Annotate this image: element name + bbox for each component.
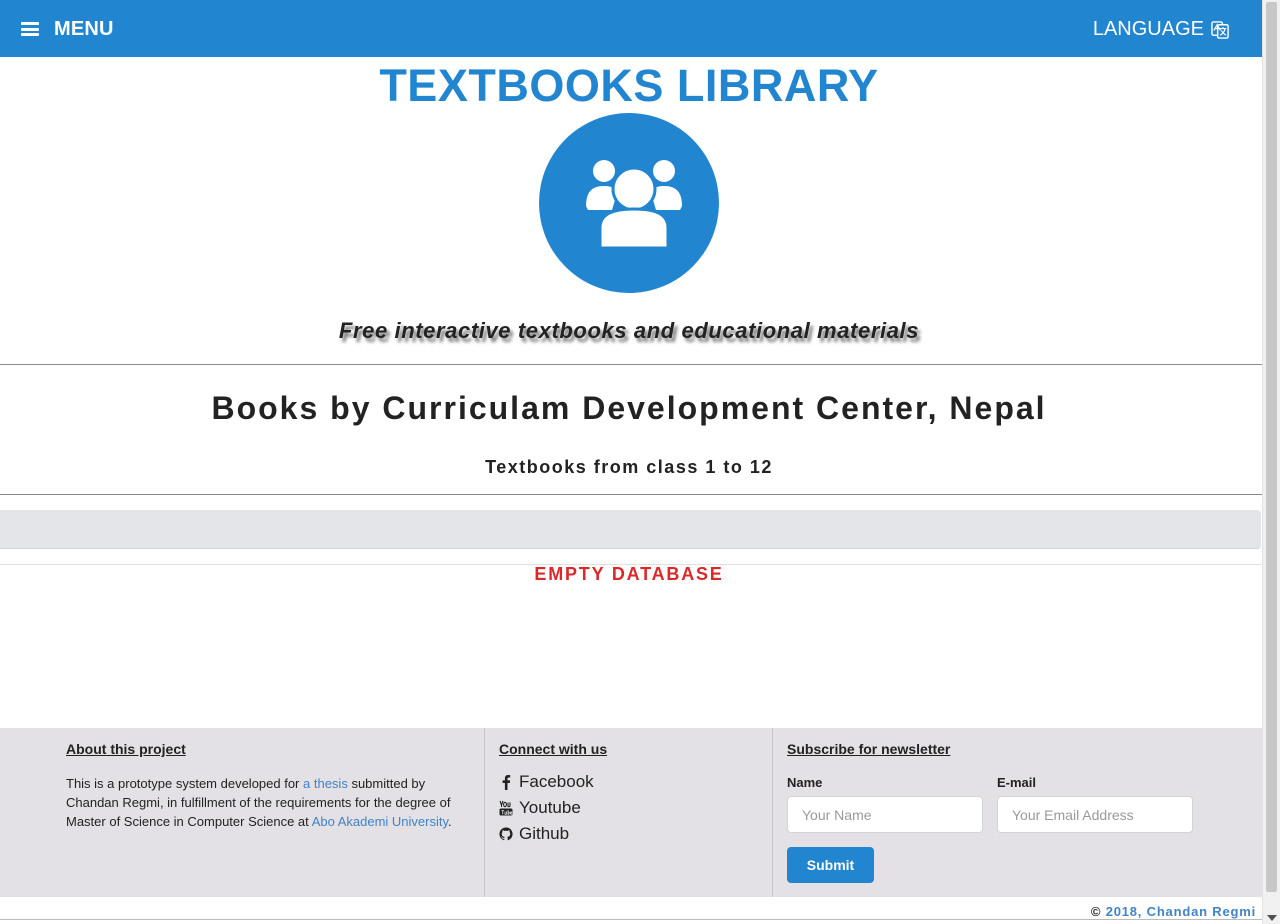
- youtube-label: Youtube: [519, 798, 581, 817]
- submit-button[interactable]: Submit: [787, 847, 874, 883]
- facebook-icon: [502, 775, 511, 790]
- section-title: Books by Curriculam Development Center, …: [211, 390, 1047, 426]
- newsletter-heading: Subscribe for newsletter: [787, 741, 951, 757]
- facebook-link[interactable]: Facebook: [499, 772, 594, 792]
- footer: About this project This is a prototype s…: [0, 728, 1262, 897]
- filter-bar: [0, 510, 1261, 549]
- connect-heading: Connect with us: [499, 741, 608, 757]
- copyright: © 2018, Chandan Regmi: [1091, 904, 1256, 919]
- copyright-symbol: ©: [1090, 904, 1102, 919]
- thesis-link[interactable]: a thesis: [303, 776, 348, 791]
- name-input[interactable]: [787, 796, 983, 833]
- tagline: Free interactive textbooks and education…: [338, 318, 920, 343]
- copyright-link[interactable]: 2018, Chandan Regmi: [1106, 904, 1256, 919]
- divider: [0, 494, 1262, 495]
- email-label: E-mail: [997, 775, 1037, 790]
- facebook-label: Facebook: [519, 772, 594, 791]
- menu-label: MENU: [54, 17, 114, 40]
- top-navbar: MENU LANGUAGE: [0, 0, 1262, 57]
- about-text: This is a prototype system developed for…: [66, 774, 466, 831]
- github-link[interactable]: Github: [499, 824, 569, 844]
- vertical-scrollbar[interactable]: [1262, 0, 1280, 924]
- page: MENU LANGUAGE TEXTBOOKS LIBRARY Free int…: [0, 0, 1262, 924]
- users-icon: [586, 160, 682, 248]
- translate-icon: [1211, 20, 1229, 39]
- about-text-part: This is a prototype system developed for: [66, 776, 304, 791]
- youtube-link[interactable]: Youtube: [499, 798, 581, 818]
- github-icon: [499, 827, 513, 841]
- menu-button[interactable]: MENU: [21, 15, 114, 43]
- column-divider: [484, 728, 485, 897]
- column-divider: [772, 728, 773, 897]
- scrollbar-thumb[interactable]: [1266, 2, 1277, 892]
- github-label: Github: [519, 824, 570, 843]
- hamburger-icon: [21, 22, 39, 36]
- university-link[interactable]: Abo Akademi University: [312, 814, 448, 829]
- about-text-part: .: [448, 814, 452, 829]
- email-input[interactable]: [997, 796, 1193, 833]
- name-label: Name: [787, 775, 823, 790]
- scroll-down-arrow-icon[interactable]: [1267, 915, 1277, 921]
- site-title: TEXTBOOKS LIBRARY: [379, 60, 879, 111]
- logo-circle: [539, 113, 719, 293]
- divider: [0, 919, 1262, 920]
- section-subtitle: Textbooks from class 1 to 12: [485, 457, 773, 477]
- divider: [0, 364, 1262, 365]
- empty-database-message: EMPTY DATABASE: [534, 564, 724, 584]
- about-heading: About this project: [66, 741, 186, 757]
- language-label: LANGUAGE: [1092, 17, 1204, 40]
- youtube-icon: [499, 800, 513, 816]
- language-button[interactable]: LANGUAGE: [1093, 15, 1230, 43]
